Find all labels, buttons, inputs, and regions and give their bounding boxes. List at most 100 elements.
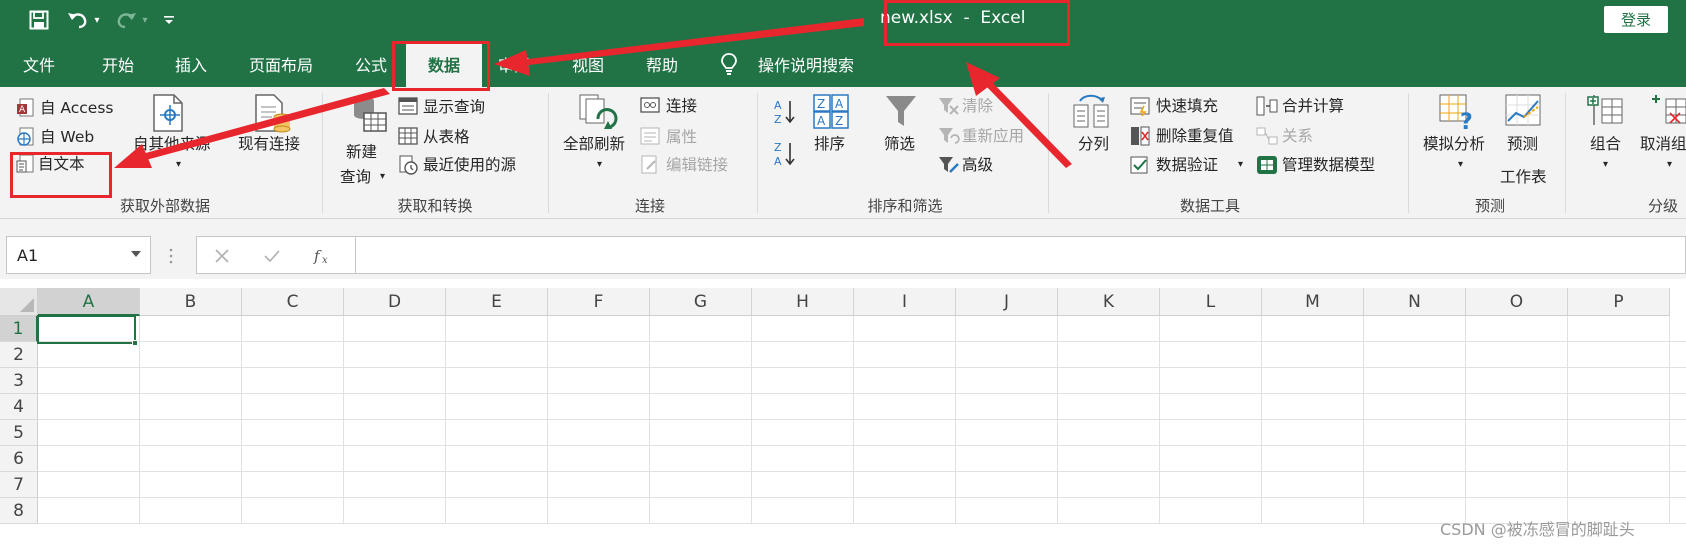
row-header-5[interactable]: 5 [0, 420, 38, 446]
gridline-vertical [1057, 316, 1058, 524]
other-sources-dropdown-icon[interactable]: ▾ [176, 155, 181, 175]
name-box[interactable]: A1 [6, 236, 151, 274]
column-header-d[interactable]: D [344, 288, 446, 316]
customize-qat-icon[interactable] [160, 7, 178, 33]
recent-sources-icon [399, 155, 418, 175]
row-header-7[interactable]: 7 [0, 472, 38, 498]
tell-me-search[interactable]: 操作说明搜索 [758, 52, 854, 76]
data-validation-button[interactable]: 数据验证 [1156, 155, 1218, 175]
connections-button[interactable]: 连接 [666, 96, 697, 116]
ungroup-dropdown-icon[interactable]: ▾ [1667, 155, 1672, 175]
column-header-m[interactable]: M [1262, 288, 1364, 316]
manage-data-model-button[interactable]: 管理数据模型 [1282, 155, 1375, 175]
what-if-dropdown-icon[interactable]: ▾ [1458, 155, 1463, 175]
row-header-4[interactable]: 4 [0, 394, 38, 420]
new-query-label-1[interactable]: 新建 [346, 142, 377, 162]
show-queries-button[interactable]: 显示查询 [423, 97, 485, 117]
cancel-entry-icon[interactable] [214, 248, 230, 264]
formula-input[interactable] [356, 236, 1686, 274]
flash-fill-icon [1130, 97, 1150, 116]
row-header-2[interactable]: 2 [0, 342, 38, 368]
existing-connections-button[interactable]: 现有连接 [238, 134, 300, 154]
group-separator [1565, 93, 1566, 213]
column-header-n[interactable]: N [1364, 288, 1466, 316]
sort-dialog-icon: Z A A Z [813, 94, 849, 129]
new-query-label-2[interactable]: 查询 [340, 167, 371, 187]
undo-dropdown-icon[interactable]: ▾ [92, 7, 102, 33]
advanced-filter-button[interactable]: 高级 [962, 155, 993, 175]
gridline-vertical [1261, 316, 1262, 524]
column-header-g[interactable]: G [650, 288, 752, 316]
row-header-8[interactable]: 8 [0, 498, 38, 524]
what-if-analysis-button[interactable]: 模拟分析 [1423, 134, 1485, 154]
column-header-h[interactable]: H [752, 288, 854, 316]
confirm-entry-icon[interactable] [263, 248, 281, 264]
name-box-dropdown-icon[interactable] [131, 251, 141, 257]
remove-duplicates-button[interactable]: 删除重复值 [1156, 126, 1234, 146]
forecast-sheet-label-2[interactable]: 工作表 [1500, 167, 1547, 187]
column-header-b[interactable]: B [140, 288, 242, 316]
active-cell-a1[interactable] [37, 315, 136, 344]
forecast-sheet-label-1[interactable]: 预测 [1507, 134, 1538, 154]
svg-text:Z: Z [835, 114, 843, 128]
web-icon [17, 127, 34, 146]
remove-duplicates-icon [1131, 126, 1150, 146]
consolidate-button[interactable]: 合并计算 [1282, 96, 1344, 116]
column-header-i[interactable]: I [854, 288, 956, 316]
text-to-columns-button[interactable]: 分列 [1078, 134, 1109, 154]
insert-function-icon[interactable]: fx [313, 246, 335, 266]
fill-handle[interactable] [132, 340, 138, 346]
connections-icon [640, 97, 660, 113]
column-header-a[interactable]: A [38, 288, 140, 316]
column-header-o[interactable]: O [1466, 288, 1568, 316]
svg-text:x: x [322, 255, 328, 266]
column-header-f[interactable]: F [548, 288, 650, 316]
ungroup-button[interactable]: 取消组 [1640, 134, 1686, 154]
from-web-button[interactable]: 自 Web [40, 127, 94, 147]
sort-button[interactable]: 排序 [814, 134, 845, 154]
select-all-corner[interactable] [0, 288, 38, 316]
svg-text:A: A [835, 97, 844, 111]
tab-file[interactable]: 文件 [23, 52, 55, 76]
tab-help[interactable]: 帮助 [646, 52, 678, 76]
svg-text:Z: Z [774, 141, 782, 154]
tab-insert[interactable]: 插入 [175, 52, 207, 76]
new-query-dropdown-icon[interactable]: ▾ [380, 167, 385, 187]
tab-home[interactable]: 开始 [102, 52, 134, 76]
recent-sources-button[interactable]: 最近使用的源 [423, 155, 516, 175]
from-other-sources-button[interactable]: 自其他来源 [133, 134, 211, 154]
tab-formulas[interactable]: 公式 [355, 52, 387, 76]
group-separator [548, 93, 549, 213]
tab-review[interactable]: 审阅 [498, 52, 530, 76]
clear-filter-icon [939, 98, 959, 115]
column-header-p[interactable]: P [1568, 288, 1670, 316]
tab-view[interactable]: 视图 [572, 52, 604, 76]
save-icon[interactable] [26, 7, 52, 33]
gridline-vertical [751, 316, 752, 524]
gridline-vertical [1465, 316, 1466, 524]
group-dropdown-icon[interactable]: ▾ [1603, 155, 1608, 175]
data-validation-dropdown-icon[interactable]: ▾ [1238, 155, 1243, 175]
column-header-l[interactable]: L [1160, 288, 1262, 316]
column-header-e[interactable]: E [446, 288, 548, 316]
group-separator [1408, 93, 1409, 213]
consolidate-icon [1256, 96, 1278, 116]
excel-window: ▾ ▾ new.xlsx - Excel 登录 文件 开始 插入 页面布局 公式… [0, 0, 1686, 544]
undo-icon[interactable] [64, 7, 92, 33]
tab-page-layout[interactable]: 页面布局 [249, 52, 313, 76]
group-button[interactable]: 组合 [1590, 134, 1621, 154]
row-header-6[interactable]: 6 [0, 446, 38, 472]
from-table-button[interactable]: 从表格 [423, 127, 470, 147]
row-header-3[interactable]: 3 [0, 368, 38, 394]
text-to-columns-icon [1073, 94, 1109, 128]
column-header-k[interactable]: K [1058, 288, 1160, 316]
flash-fill-button[interactable]: 快速填充 [1156, 96, 1218, 116]
refresh-all-dropdown-icon[interactable]: ▾ [597, 155, 602, 175]
from-access-button[interactable]: 自 Access [40, 98, 114, 118]
filter-button[interactable]: 筛选 [884, 134, 915, 154]
column-header-c[interactable]: C [242, 288, 344, 316]
row-header-1[interactable]: 1 [0, 316, 38, 342]
refresh-all-button[interactable]: 全部刷新 [563, 134, 625, 154]
column-header-j[interactable]: J [956, 288, 1058, 316]
login-button[interactable]: 登录 [1604, 6, 1668, 33]
